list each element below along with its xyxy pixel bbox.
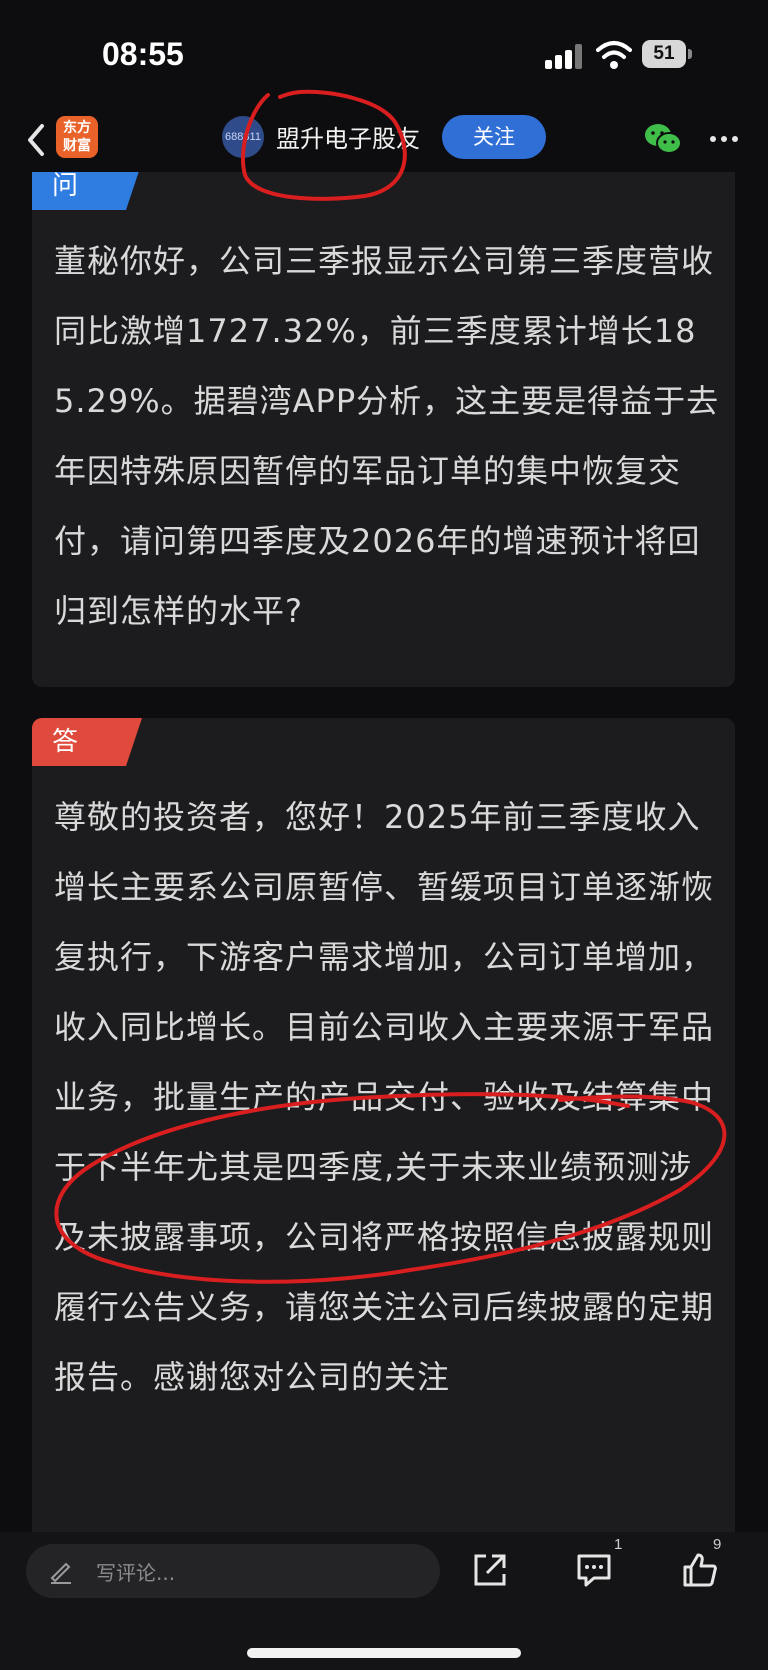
answer-tag-label: 答 bbox=[52, 727, 79, 757]
battery-level: 51 bbox=[653, 43, 675, 64]
question-tag: 问 bbox=[32, 172, 139, 210]
question-tag-label: 问 bbox=[52, 172, 79, 201]
stock-name[interactable]: 盟升电子股友 bbox=[276, 119, 420, 154]
back-arrow-icon[interactable] bbox=[22, 120, 52, 160]
answer-card: 答 尊敬的投资者，您好！2025年前三季度收入增长主要系公司原暂停、暂缓项目订单… bbox=[32, 718, 735, 1532]
like-count: 9 bbox=[713, 1536, 722, 1553]
comment-count: 1 bbox=[614, 1536, 623, 1553]
home-indicator bbox=[247, 1648, 521, 1658]
top-navigation: 东方 财富 688311 盟升电子股友 关注 bbox=[0, 110, 768, 172]
wifi-icon bbox=[596, 41, 632, 69]
tag-slant-decoration bbox=[122, 172, 139, 210]
status-time: 08:55 bbox=[102, 36, 184, 72]
comment-icon[interactable] bbox=[574, 1550, 614, 1590]
status-bar: 08:55 51 bbox=[0, 0, 768, 110]
pen-icon bbox=[50, 1562, 71, 1584]
like-thumb-icon[interactable] bbox=[680, 1550, 720, 1590]
question-card: 问 董秘你好，公司三季报显示公司第三季度营收同比激增1727.32%，前三季度累… bbox=[32, 172, 735, 687]
follow-button[interactable]: 关注 bbox=[442, 115, 546, 159]
app-logo[interactable]: 东方 财富 bbox=[56, 116, 98, 158]
wechat-share-icon[interactable] bbox=[644, 122, 682, 156]
answer-tag: 答 bbox=[32, 718, 142, 766]
battery-icon: 51 bbox=[642, 40, 692, 68]
question-text: 董秘你好，公司三季报显示公司第三季度营收同比激增1727.32%，前三季度累计增… bbox=[54, 242, 720, 630]
share-icon[interactable] bbox=[470, 1550, 510, 1590]
tag-slant-decoration bbox=[122, 718, 142, 766]
bottom-action-bar: 写评论... 1 9 bbox=[0, 1532, 768, 1670]
qa-content[interactable]: 问 董秘你好，公司三季报显示公司第三季度营收同比激增1727.32%，前三季度累… bbox=[0, 172, 768, 1532]
answer-text: 尊敬的投资者，您好！2025年前三季度收入增长主要系公司原暂停、暂缓项目订单逐渐… bbox=[54, 798, 715, 1396]
stock-avatar[interactable]: 688311 bbox=[222, 116, 264, 158]
more-options-icon[interactable] bbox=[710, 136, 740, 144]
comment-input[interactable]: 写评论... bbox=[26, 1544, 440, 1598]
cellular-signal-icon bbox=[545, 43, 585, 69]
comment-placeholder: 写评论... bbox=[96, 1561, 176, 1585]
